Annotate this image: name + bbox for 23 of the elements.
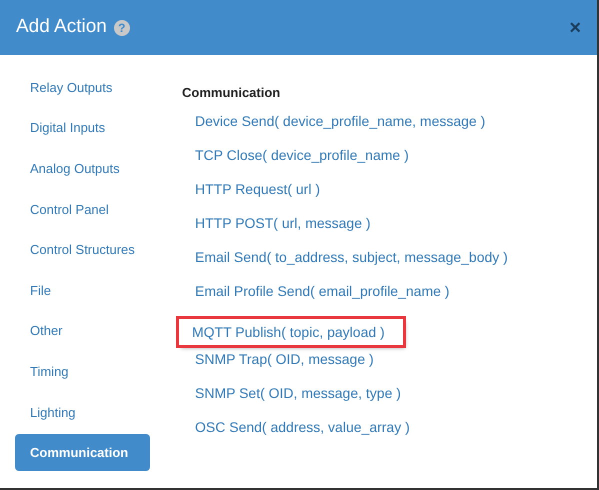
action-link[interactable]: HTTP POST( url, message ) <box>182 212 384 246</box>
category-tab[interactable]: Control Panel <box>15 190 150 228</box>
action-link[interactable]: Device Send( device_profile_name, message ) <box>182 110 498 144</box>
category-tab[interactable]: Control Structures <box>15 231 150 268</box>
modal-title: Add Action <box>16 15 107 40</box>
action-link[interactable]: SNMP Trap( OID, message ) <box>182 348 387 382</box>
action-link[interactable]: Email Profile Send( email_profile_name ) <box>182 280 462 314</box>
action-link[interactable]: OSC Send( address, value_array ) <box>182 416 423 450</box>
category-tab[interactable]: Other <box>15 312 150 350</box>
action-link[interactable]: Email Send( to_address, subject, message_body ) <box>182 246 521 280</box>
action-link[interactable]: HTTP Request( url ) <box>182 178 333 212</box>
section-heading: Communication <box>182 84 282 102</box>
category-tab[interactable]: Communication <box>15 434 150 472</box>
action-link[interactable]: SNMP Set( OID, message, type ) <box>182 382 414 416</box>
close-button[interactable]: × <box>569 18 581 38</box>
category-tab[interactable]: File <box>15 272 150 309</box>
category-tab[interactable]: Relay Outputs <box>15 69 150 106</box>
category-tab[interactable]: Lighting <box>15 394 150 431</box>
action-link[interactable]: TCP Close( device_profile_name ) <box>182 144 422 178</box>
category-tab[interactable]: Analog Outputs <box>15 150 150 188</box>
category-tab[interactable]: Timing <box>15 353 150 390</box>
category-tab[interactable]: Digital Inputs <box>15 110 150 147</box>
action-link[interactable]: MQTT Publish( topic, payload ) <box>179 318 403 344</box>
